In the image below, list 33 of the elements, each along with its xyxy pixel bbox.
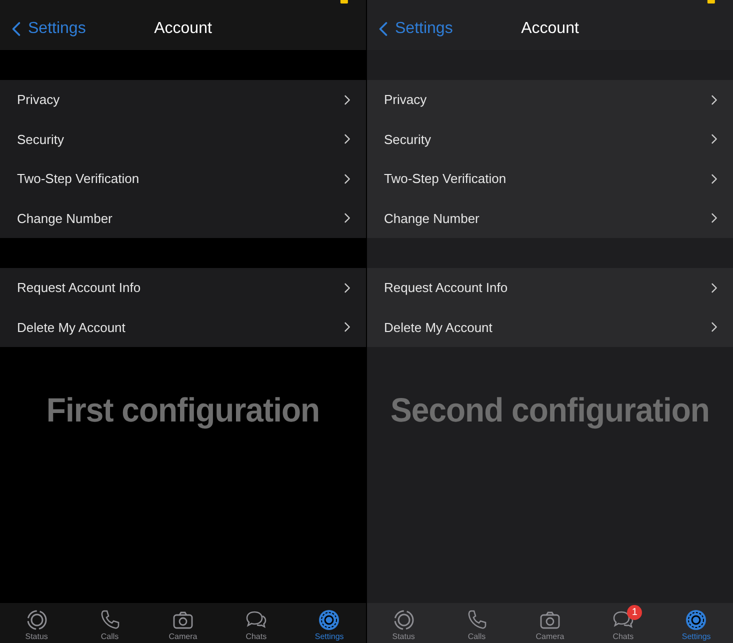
tab[interactable]: Status (6, 603, 67, 642)
settings-row[interactable]: Privacy (367, 80, 733, 120)
settings-row[interactable]: Security (367, 120, 733, 159)
tab[interactable]: Camera (152, 603, 213, 642)
settings-row[interactable]: Delete My Account (0, 308, 366, 347)
settings-row[interactable]: Change Number (367, 198, 733, 238)
settings-row[interactable]: Delete My Account (367, 308, 733, 347)
tab[interactable]: Chats 1 (593, 603, 654, 642)
settings-row[interactable]: Security (0, 120, 366, 159)
tab[interactable]: Settings (299, 603, 360, 642)
settings-row[interactable]: Two-Step Verification (367, 159, 733, 198)
tab[interactable]: Settings (666, 603, 726, 642)
tab[interactable]: Calls (80, 603, 140, 642)
status-icon (24, 608, 49, 632)
settings-row[interactable]: Request Account Info (367, 268, 733, 308)
tab[interactable]: Status (374, 603, 434, 642)
tab[interactable]: Chats (226, 603, 286, 642)
settings-row[interactable]: Privacy (0, 80, 366, 120)
caption: Second configuration (390, 391, 710, 430)
badge: 1 (627, 605, 642, 620)
screen-title: Account (521, 20, 579, 38)
status-icon (392, 608, 416, 632)
settings-row[interactable]: Change Number (0, 198, 366, 238)
screen-title: Account (154, 20, 212, 38)
tab[interactable]: Camera (520, 603, 580, 642)
settings-row[interactable]: Two-Step Verification (0, 159, 366, 198)
caption: First configuration (45, 391, 321, 430)
tab[interactable]: Calls (446, 603, 507, 642)
gear-icon (317, 608, 342, 632)
back-link[interactable]: Settings (367, 19, 453, 39)
back-link[interactable]: Settings (0, 19, 86, 39)
settings-row[interactable]: Request Account Info (0, 268, 366, 308)
gear-icon (684, 608, 708, 632)
